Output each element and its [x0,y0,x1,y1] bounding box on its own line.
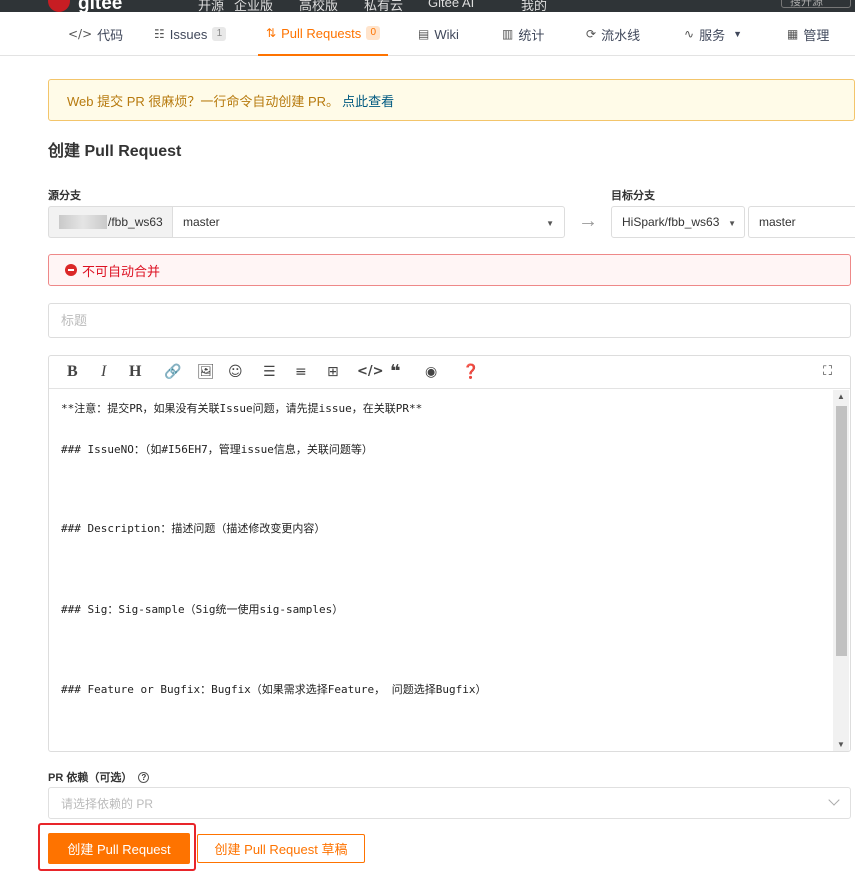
source-branch-label: 源分支 [48,190,81,202]
fullscreen-icon[interactable]: ⛶ [823,363,832,381]
source-branch-value: master [183,215,220,229]
emoji-icon[interactable]: ☺ [228,363,243,381]
notice-text: Web 提交 PR 很麻烦？一行命令自动创建 PR。 [67,93,340,109]
pr-dependency-label: PR 依赖（可选） ? [48,769,150,785]
error-text: 不可自动合并 [82,263,161,279]
preview-eye-icon[interactable]: ◉ [425,363,437,381]
pipeline-icon: ⟳ [586,27,597,41]
target-repo-value: HiSpark/fbb_ws63 [622,215,720,229]
nav-mine[interactable]: 我的 [521,0,547,12]
tab-stats[interactable]: ▥ 统计 [502,12,544,56]
nav-open-source[interactable]: 开源 [198,0,224,12]
issues-count-badge: 1 [212,27,227,41]
tab-code[interactable]: </> 代码 [68,12,123,56]
logo-text[interactable]: gitee [78,0,122,12]
editor-scrollbar[interactable]: ▲ ▼ [833,390,849,751]
tab-label: Issues [169,26,208,42]
markdown-editor[interactable]: B I H 🔗 🖼 ☺ ☰ ≡ ⊞ </> ❝ ◉ ❓ ⛶ **注意：提交PR，… [48,355,851,752]
tab-pull-requests[interactable]: ⇅ Pull Requests 0 [258,12,389,56]
pr-title-input[interactable] [48,303,851,338]
source-repo-name: /fbb_ws63 [108,215,163,229]
code-block-icon[interactable]: </> [357,363,384,381]
italic-icon[interactable]: I [101,363,106,381]
pr-dependency-select[interactable]: 请选择依赖的 PR [48,787,851,819]
tab-manage[interactable]: ▦ 管理 [787,12,829,56]
tab-label: 统计 [518,27,545,43]
arrow-right-icon: → [578,210,598,232]
code-icon: </> [68,27,93,41]
ordered-list-icon[interactable]: ≡ [295,363,307,381]
pr-count-badge: 0 [366,26,381,40]
error-icon [65,264,77,276]
nav-gitee-ai[interactable]: Gitee AI [428,0,474,10]
target-branch-value: master [759,215,796,229]
editor-line: **注意：提交PR，如果没有关联Issue问题，请先提issue，在关联PR** [61,402,423,415]
top-search-input[interactable]: 搜开源 [781,0,851,8]
unordered-list-icon[interactable]: ☰ [263,363,276,381]
tab-wiki[interactable]: ▤ Wiki [418,12,459,56]
tab-label: Wiki [434,26,459,42]
target-branch-label: 目标分支 [611,190,655,202]
help-icon[interactable]: ❓ [462,363,479,381]
tab-services[interactable]: ∿ 服务 ▼ [684,12,742,56]
chevron-down-icon [828,794,840,806]
editor-line: ### IssueNO：（如#I56EH7，管理issue信息，关联问题等） [61,443,373,456]
dependency-label-text: PR 依赖（可选） [48,772,133,784]
editor-line: ### Sig：Sig-sample（Sig统一使用sig-samples） [61,603,344,616]
nav-enterprise[interactable]: 企业版 [234,0,273,12]
nav-education[interactable]: 高校版 [299,0,338,12]
heading-icon[interactable]: H [129,363,141,381]
pull-request-icon: ⇅ [266,26,277,40]
source-repo: /fbb_ws63 [48,206,173,238]
page-title: 创建 Pull Request [48,143,182,160]
editor-toolbar: B I H 🔗 🖼 ☺ ☰ ≡ ⊞ </> ❝ ◉ ❓ ⛶ [49,356,850,389]
editor-line: ### Description：描述问题（描述修改变更内容） [61,522,326,535]
tab-label: 代码 [97,27,124,43]
create-pr-button[interactable]: 创建 Pull Request [48,833,190,864]
caret-down-icon: ▼ [733,29,742,39]
create-draft-pr-button[interactable]: 创建 Pull Request 草稿 [197,834,365,863]
nav-private-cloud[interactable]: 私有云 [364,0,403,12]
scroll-up-icon[interactable]: ▲ [837,392,845,401]
link-icon[interactable]: 🔗 [164,363,181,381]
notice-link[interactable]: 点此查看 [342,91,394,110]
repo-tabbar: </> 代码 ☷ Issues 1 ⇅ Pull Requests 0 ▤ Wi… [0,12,855,56]
manage-icon: ▦ [787,27,799,41]
editor-content[interactable]: **注意：提交PR，如果没有关联Issue问题，请先提issue，在关联PR**… [49,390,832,751]
tab-label: 流水线 [601,27,641,43]
dropdown-caret-icon: ▼ [546,219,554,228]
source-branch-select[interactable]: master ▼ [172,206,565,238]
image-icon[interactable]: 🖼 [197,363,215,381]
scrollbar-thumb[interactable] [836,406,847,656]
dropdown-caret-icon: ▼ [728,219,736,228]
top-navbar: gitee 开源 企业版 高校版 私有云 Gitee AI 我的 搜开源 [0,0,855,12]
wiki-icon: ▤ [418,27,430,41]
bold-icon[interactable]: B [67,363,78,381]
bar-chart-icon: ▥ [502,27,514,41]
tab-issues[interactable]: ☷ Issues 1 [154,12,227,56]
gitee-logo-icon[interactable] [48,0,70,12]
quote-icon[interactable]: ❝ [390,363,401,381]
issues-icon: ☷ [154,27,165,41]
merge-conflict-alert: 不可自动合并 [48,254,851,286]
table-icon[interactable]: ⊞ [327,363,339,381]
editor-line: ### Feature or Bugfix：Bugfix（如果需求选择Featu… [61,683,487,696]
target-branch-select[interactable]: master [748,206,855,238]
scroll-down-icon[interactable]: ▼ [837,740,845,749]
tab-label: 服务 [699,27,726,43]
tab-label: Pull Requests [281,25,362,41]
tab-pipeline[interactable]: ⟳ 流水线 [586,12,640,56]
target-repo-select[interactable]: HiSpark/fbb_ws63 ▼ [611,206,745,238]
cli-notice-banner: Web 提交 PR 很麻烦？一行命令自动创建 PR。 点此查看 [48,79,855,121]
pulse-icon: ∿ [684,27,695,41]
tab-label: 管理 [803,27,830,43]
dependency-placeholder: 请选择依赖的 PR [61,796,154,811]
help-circle-icon[interactable]: ? [138,771,150,783]
redacted-owner [59,215,107,229]
